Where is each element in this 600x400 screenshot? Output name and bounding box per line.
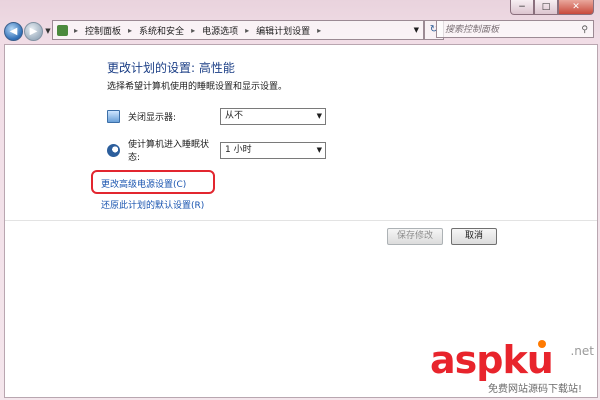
advanced-power-settings-link[interactable]: 更改高级电源设置(C) — [101, 177, 186, 190]
breadcrumb-separator[interactable]: ▸ — [188, 26, 198, 35]
address-bar[interactable]: ▸ 控制面板 ▸ 系统和安全 ▸ 电源选项 ▸ 编辑计划设置 ▸ ▼ — [52, 20, 424, 40]
back-button[interactable]: ◀ — [4, 21, 23, 41]
search-placeholder: 搜索控制面板 — [445, 25, 500, 35]
watermark-logo: aspku — [430, 338, 554, 382]
breadcrumb-separator[interactable]: ▸ — [71, 26, 81, 35]
sleep-moon-icon — [107, 143, 120, 157]
restore-defaults-link[interactable]: 还原此计划的默认设置(R) — [101, 198, 204, 211]
sleep-label: 使计算机进入睡眠状态: — [128, 140, 210, 163]
breadcrumb-separator[interactable]: ▸ — [125, 26, 135, 35]
page-subtitle: 选择希望计算机使用的睡眠设置和显示设置。 — [107, 82, 288, 92]
recent-pages-dropdown[interactable]: ▼ — [44, 27, 52, 35]
divider — [5, 220, 597, 221]
watermark-dot-icon — [538, 340, 546, 348]
window-caption-buttons: − □ ✕ — [510, 0, 594, 15]
setting-row-display-off: 关闭显示器: 从不 ▼ — [107, 108, 326, 125]
display-off-select[interactable]: 从不 ▼ — [220, 108, 326, 125]
chevron-down-icon: ▼ — [316, 145, 322, 154]
sleep-select[interactable]: 1 小时 ▼ — [220, 141, 326, 159]
chevron-down-icon: ▼ — [316, 112, 322, 120]
display-off-label: 关闭显示器: — [128, 113, 177, 123]
watermark-tld: .net — [570, 344, 594, 358]
sleep-value: 1 小时 — [225, 144, 252, 155]
navigation-bar: ◀ ▶ ▼ ▸ 控制面板 ▸ 系统和安全 ▸ 电源选项 ▸ 编辑计划设置 ▸ ▼… — [4, 20, 596, 42]
breadcrumb-power-options[interactable]: 电源选项 — [198, 24, 242, 37]
minimize-button[interactable]: − — [510, 0, 534, 15]
search-icon[interactable]: ⚲ — [581, 21, 588, 39]
search-input[interactable]: 搜索控制面板 ⚲ — [436, 20, 594, 38]
page-title: 更改计划的设置: 高性能 — [107, 61, 235, 75]
setting-row-sleep: 使计算机进入睡眠状态: 1 小时 ▼ — [107, 137, 326, 163]
breadcrumb-separator[interactable]: ▸ — [242, 26, 252, 35]
close-button[interactable]: ✕ — [558, 0, 594, 15]
breadcrumb-separator[interactable]: ▸ — [314, 26, 324, 35]
watermark: aspku .net 免费网站源码下载站! — [430, 340, 598, 396]
save-changes-button[interactable]: 保存修改 — [387, 228, 443, 245]
cancel-button[interactable]: 取消 — [451, 228, 497, 245]
forward-button[interactable]: ▶ — [24, 21, 43, 41]
address-dropdown-icon[interactable]: ▼ — [414, 26, 419, 34]
window-frame: − □ ✕ ◀ ▶ ▼ ▸ 控制面板 ▸ 系统和安全 ▸ 电源选项 ▸ 编辑计划… — [0, 0, 600, 400]
breadcrumb-control-panel[interactable]: 控制面板 — [81, 24, 125, 37]
monitor-icon — [107, 110, 120, 123]
display-off-value: 从不 — [225, 111, 244, 121]
maximize-button[interactable]: □ — [534, 0, 558, 15]
watermark-tagline: 免费网站源码下载站! — [488, 384, 583, 395]
watermark-brand: asp — [430, 338, 503, 382]
breadcrumb-edit-plan[interactable]: 编辑计划设置 — [252, 24, 314, 37]
control-panel-icon — [57, 24, 68, 36]
breadcrumb-system-security[interactable]: 系统和安全 — [135, 24, 188, 37]
